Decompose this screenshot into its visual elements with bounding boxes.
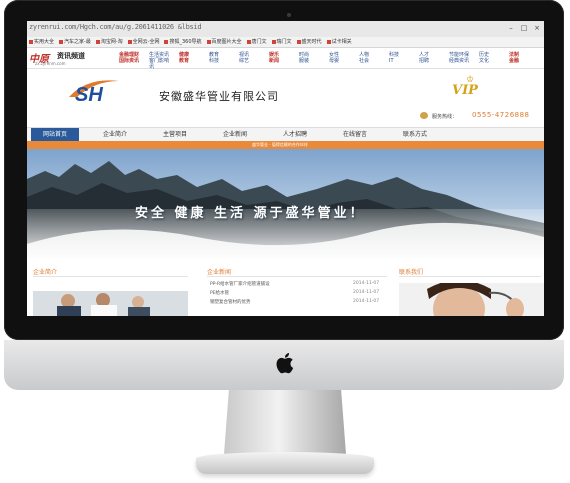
bookmark-item[interactable]: 淘宝网-淘 xyxy=(96,38,123,45)
portal-nav-group[interactable]: 节能环保 经典资讯 xyxy=(449,52,469,64)
news-date: 2014-11-07 xyxy=(353,290,380,295)
portal-nav-group[interactable]: 健康 教育 xyxy=(179,52,199,64)
portal-nav-link[interactable]: 教育 xyxy=(179,58,199,64)
portal-nav-group[interactable]: 视讯 综艺 xyxy=(239,52,259,64)
about-title[interactable]: 企业简介 xyxy=(33,267,57,276)
monitor-base xyxy=(196,452,374,474)
bookmark-item[interactable]: 百度图片大全 xyxy=(207,38,242,45)
bookmark-item[interactable]: 全网云-全网 xyxy=(128,38,160,45)
portal-nav-group[interactable]: 法制 金融 xyxy=(509,52,529,64)
nav-item[interactable]: 企业新闻 xyxy=(211,128,259,141)
portal-nav-link[interactable]: 文化 xyxy=(479,58,499,64)
site-header: SH 安徽盛华管业有限公司 ♔ VIP 服务热线： 0555-4726888 xyxy=(27,69,544,126)
portal-top-strip: 中原 资讯频道 zx.zyrenm.com 金融理财 国际资讯 生活资讯 客门影响讯健… xyxy=(27,48,544,70)
hotline-number: 0555-4726888 xyxy=(472,111,530,119)
news-date: 2014-11-07 xyxy=(353,299,380,304)
portal-nav-link[interactable]: 招聘 xyxy=(419,58,439,64)
company-logo[interactable]: SH xyxy=(67,75,122,105)
nav-item[interactable]: 联系方式 xyxy=(391,128,439,141)
contact-divider xyxy=(399,276,541,277)
vip-badge: VIP xyxy=(452,83,478,98)
apple-logo-icon xyxy=(276,353,294,374)
nav-item[interactable]: 企业简介 xyxy=(91,128,139,141)
minimize-icon[interactable]: – xyxy=(507,24,515,32)
team-photo xyxy=(33,291,188,316)
portal-nav-link[interactable]: 科技 xyxy=(209,58,229,64)
news-title[interactable]: 企业新闻 xyxy=(207,267,231,276)
hero-slogan: 安全 健康 生活 源于盛华管业！ xyxy=(135,206,366,221)
portal-logo-sub: 资讯频道 xyxy=(57,52,85,60)
portal-nav-group[interactable]: 教育 科技 xyxy=(209,52,229,64)
phone-icon xyxy=(420,112,428,119)
contact-title[interactable]: 联系我们 xyxy=(399,267,423,276)
portal-nav-group[interactable]: 人物 社会 xyxy=(359,52,379,64)
browser-titlebar: zyrenrui.com/Hgch.com/au/g.2061411026 &l… xyxy=(27,21,544,38)
portal-nav-link[interactable]: 综艺 xyxy=(239,58,259,64)
news-divider xyxy=(207,276,387,277)
hotline-label: 服务热线： xyxy=(432,114,458,120)
portal-nav-link[interactable]: 新闻 xyxy=(269,58,289,64)
bookmark-item[interactable]: 盛天时代 xyxy=(297,38,322,45)
news-date: 2014-11-07 xyxy=(353,281,380,286)
screen: zyrenrui.com/Hgch.com/au/g.2061411026 &l… xyxy=(27,21,544,316)
portal-nav-group[interactable]: 娱乐 新闻 xyxy=(269,52,289,64)
sub-bar: 盛华管业 · 值得信赖的合作伙伴 xyxy=(27,141,544,149)
about-divider xyxy=(33,276,188,277)
company-logo-text: SH xyxy=(75,84,103,105)
portal-nav-link[interactable]: 金融 xyxy=(509,58,529,64)
portal-nav-group[interactable]: 时尚 服装 xyxy=(299,52,319,64)
portal-nav-link[interactable]: 国际资讯 xyxy=(119,58,139,64)
hero-banner: 安全 健康 生活 源于盛华管业！ xyxy=(27,149,544,259)
nav-item[interactable]: 主营项目 xyxy=(151,128,199,141)
portal-nav-group[interactable]: 人才 招聘 xyxy=(419,52,439,64)
bookmark-item[interactable]: 试卡相关 xyxy=(327,38,352,45)
bookmark-item[interactable]: 唐门文 xyxy=(247,38,267,45)
bookmarks-bar: 实用大全 汽车之家-最 淘宝网-淘 全网云-全网 搜狐_360导航 百度图片大全 唐门文 瑞门… xyxy=(27,37,544,48)
close-icon[interactable]: × xyxy=(533,24,541,32)
monitor-stand xyxy=(224,390,346,454)
bookmark-item[interactable]: 实用大全 xyxy=(29,38,54,45)
news-item[interactable]: PE给水管 xyxy=(210,290,229,296)
portal-nav-link[interactable]: 经典资讯 xyxy=(449,58,469,64)
nav-item[interactable]: 人才招聘 xyxy=(271,128,319,141)
nav-item[interactable]: 网站首页 xyxy=(31,128,79,141)
customer-service-photo xyxy=(399,283,544,316)
sub-bar-text: 盛华管业 · 值得信赖的合作伙伴 xyxy=(252,142,308,147)
bookmark-item[interactable]: 汽车之家-最 xyxy=(59,38,91,45)
portal-nav-group[interactable]: 金融理财 国际资讯 xyxy=(119,52,139,64)
portal-logo-url: zx.zyrenm.com xyxy=(35,61,66,66)
portal-nav-link[interactable]: 社会 xyxy=(359,58,379,64)
portal-nav-group[interactable]: 生活资讯 客门影响讯 xyxy=(149,52,169,70)
portal-nav-group[interactable]: 科技 IT xyxy=(389,52,409,64)
company-name: 安徽盛华管业有限公司 xyxy=(159,90,279,103)
maximize-icon[interactable]: □ xyxy=(520,24,528,32)
bookmark-item[interactable]: 搜狐_360导航 xyxy=(164,38,201,45)
nav-item[interactable]: 在线留言 xyxy=(331,128,379,141)
news-item[interactable]: PP-R给水管厂家介绍管道铺设 xyxy=(210,281,270,287)
main-nav: 网站首页 企业简介 主营项目 企业新闻 人才招聘 在线留言 联系方式 xyxy=(27,127,544,142)
portal-nav-group[interactable]: 历史 文化 xyxy=(479,52,499,64)
news-item[interactable]: 钢塑复合管材的优势 xyxy=(210,299,251,305)
portal-nav-link[interactable]: 服装 xyxy=(299,58,319,64)
portal-nav-link[interactable]: IT xyxy=(389,58,409,64)
address-bar[interactable]: zyrenrui.com/Hgch.com/au/g.2061411026 &l… xyxy=(29,23,202,31)
content-area: 企业简介 企业新闻 PP-R给水管厂家介绍管道铺设 2014-11-07 PE给水管… xyxy=(27,261,544,316)
portal-nav-group[interactable]: 女性 母婴 xyxy=(329,52,349,64)
portal-nav-link[interactable]: 母婴 xyxy=(329,58,349,64)
camera-icon xyxy=(287,13,291,17)
bookmark-item[interactable]: 瑞门文 xyxy=(272,38,292,45)
